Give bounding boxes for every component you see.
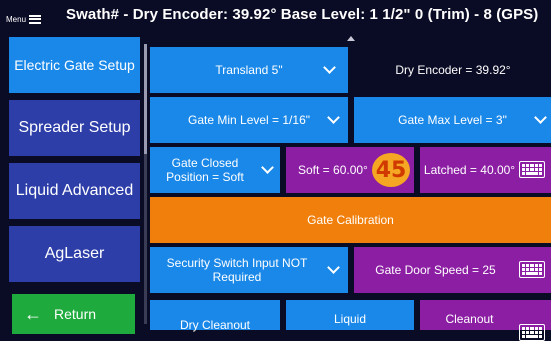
sidebar-item-label: AgLaser (44, 245, 105, 262)
gate-type-dropdown[interactable]: Transland 5" (150, 47, 348, 93)
gate-calibration-label: Gate Calibration (307, 212, 394, 227)
gate-closed-position-value: Gate Closed Position = Soft (166, 155, 244, 184)
gate-type-value: Transland 5" (215, 62, 283, 77)
sidebar-item-liquid-advanced[interactable]: Liquid Advanced (9, 163, 140, 219)
gate-min-level-dropdown[interactable]: Gate Min Level = 1/16" (150, 97, 348, 143)
keyboard-icon[interactable] (519, 324, 545, 341)
liquid-cleanout-button[interactable]: Liquid (286, 300, 414, 330)
latched-angle-value: Latched = 40.00° (423, 162, 516, 177)
soft-angle-value: Soft = 60.00° (298, 162, 368, 177)
status-title: Swath# - Dry Encoder: 39.92° Base Level:… (66, 6, 539, 23)
cleanout-label: Cleanout (445, 312, 494, 326)
sidebar-item-aglaser[interactable]: AgLaser (9, 226, 140, 282)
keyboard-icon[interactable] (519, 261, 545, 278)
chevron-down-icon (534, 111, 547, 124)
hamburger-icon (29, 14, 42, 24)
gate-max-level-value: Gate Max Level = 3" (398, 112, 507, 127)
latched-angle-field[interactable]: Latched = 40.00° (420, 147, 551, 193)
dry-encoder-readout: Dry Encoder = 39.92° (358, 47, 548, 93)
sidebar-scroll-thumb[interactable] (144, 44, 147, 154)
dry-cleanout-button[interactable]: Dry Cleanout (150, 300, 280, 332)
security-switch-dropdown[interactable]: Security Switch Input NOT Required (150, 247, 348, 293)
sidebar-item-label: Electric Gate Setup (14, 57, 135, 73)
sidebar-item-spreader-setup[interactable]: Spreader Setup (9, 100, 140, 156)
gate-door-speed-field[interactable]: Gate Door Speed = 25 (354, 247, 551, 293)
cleanout-field[interactable]: Cleanout (420, 300, 551, 341)
security-switch-value: Security Switch Input NOT Required (166, 255, 308, 284)
gate-max-level-dropdown[interactable]: Gate Max Level = 3" (354, 97, 551, 143)
return-button[interactable]: ← Return (12, 294, 135, 334)
scroll-up-icon[interactable] (347, 36, 355, 41)
gate-closed-position-dropdown[interactable]: Gate Closed Position = Soft (150, 147, 280, 193)
chevron-down-icon (261, 161, 274, 174)
gate-min-level-value: Gate Min Level = 1/16" (188, 112, 310, 127)
sidebar-item-electric-gate-setup[interactable]: Electric Gate Setup (9, 37, 140, 93)
dry-cleanout-label: Dry Cleanout (179, 318, 251, 332)
chevron-down-icon (323, 61, 336, 74)
liquid-label: Liquid (333, 312, 367, 326)
menu-label: Menu (6, 14, 27, 24)
chevron-down-icon (327, 111, 340, 124)
menu-button[interactable]: Menu (6, 8, 42, 30)
return-label: Return (54, 306, 97, 322)
dry-encoder-value: Dry Encoder = 39.92° (395, 62, 511, 77)
gate-door-speed-value: Gate Door Speed = 25 (375, 262, 496, 277)
chevron-down-icon (327, 261, 340, 274)
gate-calibration-button[interactable]: Gate Calibration (150, 197, 551, 243)
arrow-left-icon: ← (24, 303, 42, 324)
keyboard-icon[interactable] (519, 161, 545, 178)
sidebar-item-label: Spreader Setup (18, 119, 131, 136)
annotation-badge: 45 (372, 153, 410, 187)
sidebar-item-label: Liquid Advanced (15, 182, 134, 199)
